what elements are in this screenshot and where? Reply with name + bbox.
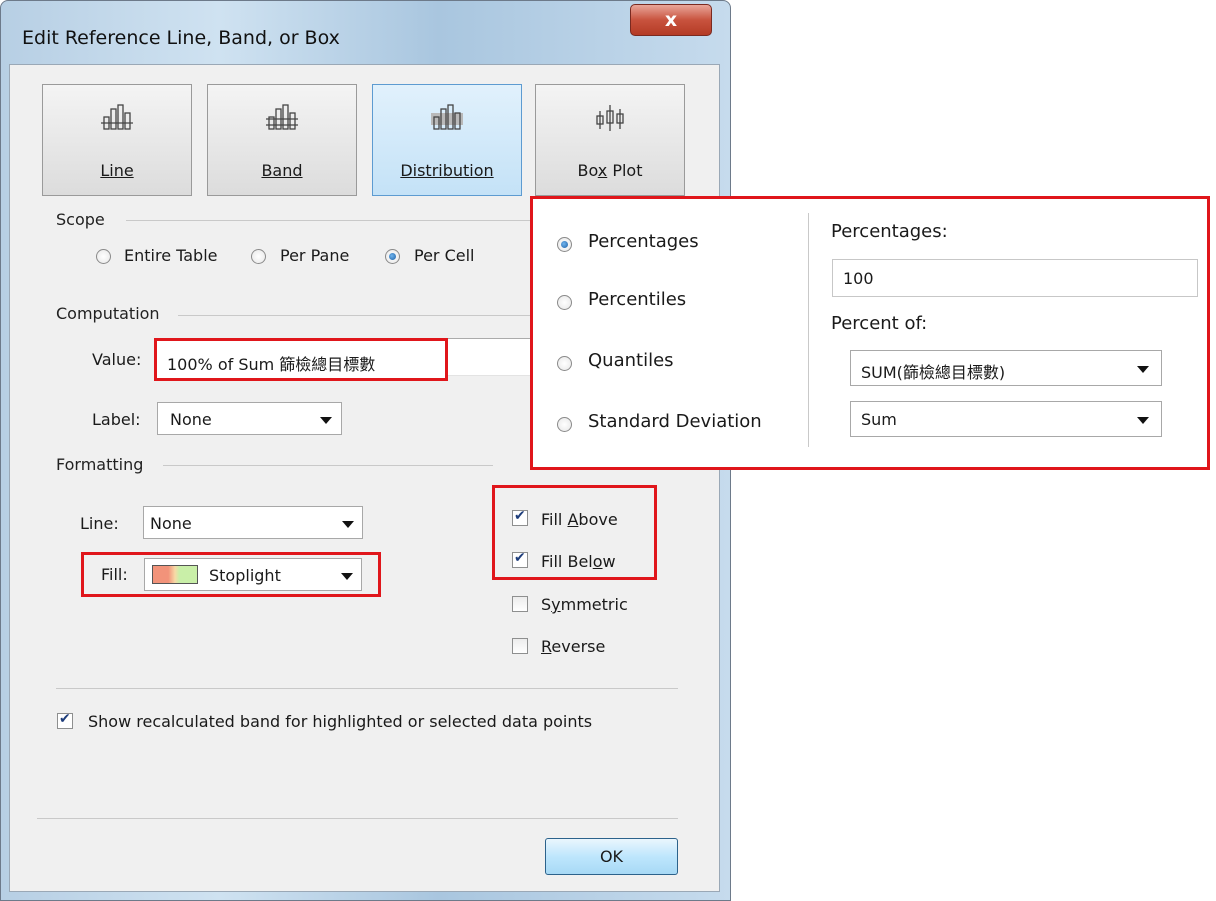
line-select-value: None [150,514,192,533]
radio-quantiles[interactable] [557,356,572,371]
show-recalculated-label: Show recalculated band for highlighted o… [88,712,593,731]
label-select-value: None [170,410,212,429]
percent-of-label: Percent of: [831,313,928,334]
band-chart-icon [266,104,298,130]
label-label: Label: [92,410,141,429]
reverse-label: Reverse [541,637,606,656]
label-select[interactable]: None [157,402,342,435]
fill-above-checkbox[interactable] [512,508,528,526]
stoplight-swatch [152,565,198,584]
symmetric-checkbox[interactable] [512,596,528,612]
formatting-heading: Formatting [56,455,144,474]
chevron-down-icon [1137,366,1149,373]
tab-distribution[interactable]: Distribution [372,84,522,196]
value-label: Value: [92,350,142,369]
radio-standard-deviation[interactable] [557,417,572,432]
value-text: 100% of Sum 篩檢總目標數 [167,355,376,374]
radio-percentiles[interactable] [557,295,572,310]
aggregation-select[interactable]: Sum [850,401,1162,437]
fill-below-label: Fill Below [541,552,616,571]
tab-label: Distribution [400,161,494,180]
bottom-separator [56,688,678,689]
footer-separator [37,818,678,819]
chevron-down-icon [1137,417,1149,424]
radio-label-per-pane: Per Pane [280,246,350,265]
line-chart-icon [101,104,133,130]
radio-label-entire-table: Entire Table [124,246,218,265]
line-label: Line: [80,514,119,533]
tab-band[interactable]: Band [207,84,357,196]
box-plot-icon [596,105,624,131]
radio-label-standard-deviation: Standard Deviation [588,411,762,432]
tab-label: Line [100,161,134,180]
chevron-down-icon [342,521,354,528]
fill-select-value: Stoplight [209,566,281,585]
radio-label-quantiles: Quantiles [588,350,674,371]
fill-select[interactable]: Stoplight [144,558,362,591]
scope-heading: Scope [56,210,105,229]
aggregation-select-value: Sum [861,410,897,429]
panel-divider [808,213,809,447]
radio-entire-table[interactable] [96,249,111,264]
computation-separator [178,315,548,316]
radio-per-cell[interactable] [385,249,400,264]
radio-per-pane[interactable] [251,249,266,264]
chevron-down-icon [341,573,353,580]
formatting-separator [163,465,493,466]
percentages-input[interactable]: 100 [832,259,1198,297]
show-recalculated-checkbox[interactable] [57,711,73,729]
tab-label: Band [261,161,303,180]
radio-label-percentages: Percentages [588,231,699,252]
radio-percentages[interactable] [557,237,572,252]
line-select[interactable]: None [143,506,363,539]
percentages-label: Percentages: [831,221,948,242]
fill-label: Fill: [101,565,128,584]
tab-box-plot[interactable]: Box Plot [535,84,685,196]
tab-label: Box Plot [577,161,643,180]
fill-above-label: Fill Above [541,510,618,529]
fill-below-checkbox[interactable] [512,550,528,568]
ok-button[interactable]: OK [545,838,678,875]
distribution-chart-icon [431,104,463,130]
percentages-input-value: 100 [843,269,874,288]
reverse-checkbox[interactable] [512,638,528,654]
window-title: Edit Reference Line, Band, or Box [22,27,340,49]
close-button[interactable]: x [630,4,712,36]
computation-heading: Computation [56,304,160,323]
chevron-down-icon [320,417,332,424]
close-icon: x [664,9,678,31]
percent-of-select[interactable]: SUM(篩檢總目標數) [850,350,1162,386]
tab-line[interactable]: Line [42,84,192,196]
distribution-options-panel: Percentages Percentiles Quantiles Standa… [530,196,1210,470]
value-field[interactable]: 100% of Sum 篩檢總目標數 [154,338,448,381]
radio-label-percentiles: Percentiles [588,289,687,310]
percent-of-select-value: SUM(篩檢總目標數) [861,363,1006,382]
value-field-tail [446,338,532,376]
symmetric-label: Symmetric [541,595,628,614]
scope-separator [126,220,546,221]
radio-label-per-cell: Per Cell [414,246,475,265]
